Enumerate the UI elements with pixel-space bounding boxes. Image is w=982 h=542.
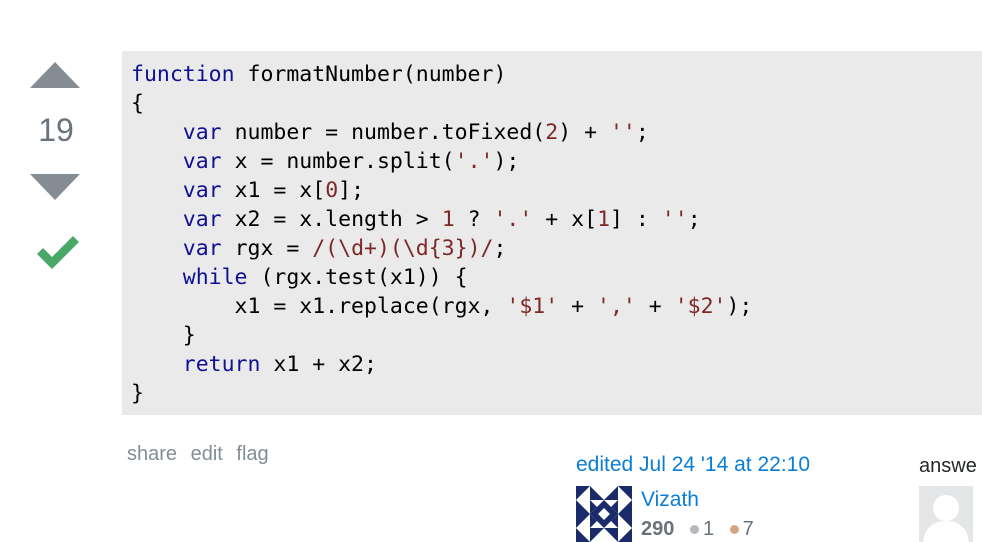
code-line: var number = number.toFixed(2) + ''; [131, 120, 649, 145]
bronze-badge-count: 7 [742, 518, 754, 540]
bronze-badge-icon [729, 525, 739, 535]
code-token: 1 [441, 207, 455, 232]
reputation-score: 290 [641, 518, 675, 540]
code-token: while [182, 265, 248, 290]
downvote-arrow-icon[interactable] [30, 174, 80, 200]
default-user-icon [919, 486, 973, 542]
code-token: } [131, 323, 196, 348]
editor-avatar[interactable] [576, 486, 632, 542]
code-token: ; [635, 120, 649, 145]
code-token: ] : [610, 207, 662, 232]
code-token: ? [454, 207, 494, 232]
code-content: function formatNumber(number) { var numb… [122, 51, 982, 408]
silver-badge-icon [689, 525, 699, 535]
code-token: x2 = x.length > [221, 207, 442, 232]
code-token: } [131, 381, 144, 406]
code-line: } [131, 381, 144, 406]
code-token: ); [493, 149, 520, 174]
code-line: { [131, 91, 144, 116]
code-token: ]; [338, 178, 365, 203]
answerer-avatar[interactable] [919, 486, 973, 542]
code-token: '' [609, 120, 636, 145]
code-token: return [182, 352, 261, 377]
edited-timestamp-link[interactable]: edited Jul 24 '14 at 22:10 [576, 453, 810, 477]
code-line: function formatNumber(number) [131, 62, 506, 87]
code-token: ',' [597, 294, 636, 319]
code-token: '$1' [506, 294, 559, 319]
editor-username-link[interactable]: Vizath [641, 488, 699, 512]
upvote-arrow-icon[interactable] [30, 62, 80, 88]
code-token: ) + [558, 120, 610, 145]
code-token: var [182, 178, 222, 203]
code-token: 2 [545, 120, 559, 145]
code-token: rgx = [221, 236, 313, 261]
code-token: + x[ [532, 207, 598, 232]
code-block: function formatNumber(number) { var numb… [122, 51, 982, 415]
code-line: } [131, 323, 196, 348]
code-token: ); [726, 294, 753, 319]
flag-link[interactable]: flag [236, 443, 268, 465]
code-token: function [131, 62, 235, 87]
code-token: var [182, 207, 222, 232]
code-token: + [558, 294, 598, 319]
code-token: 1 [597, 207, 611, 232]
code-token: var [182, 236, 222, 261]
code-line: var x2 = x.length > 1 ? '.' + x[1] : ''; [131, 207, 701, 232]
accepted-checkmark-icon [37, 236, 79, 269]
silver-badge-count: 1 [702, 518, 715, 540]
code-line: return x1 + x2; [131, 352, 377, 377]
code-token: x = number.split( [221, 149, 455, 174]
code-token: ; [687, 207, 701, 232]
code-token: x1 + x2; [260, 352, 377, 377]
code-line: x1 = x1.replace(rgx, '$1' + ',' + '$2'); [131, 294, 753, 319]
code-token: '.' [493, 207, 533, 232]
code-token: number = number.toFixed( [221, 120, 546, 145]
code-token: formatNumber(number) [234, 62, 507, 87]
code-token: '$2' [674, 294, 727, 319]
code-token: /(\d+)(\d{3})/ [312, 236, 494, 261]
vote-cell: 19 [0, 0, 110, 542]
code-token: var [182, 120, 222, 145]
share-link[interactable]: share [127, 443, 177, 465]
identicon-icon [576, 486, 632, 542]
code-token: x1 = x[ [221, 178, 326, 203]
edit-link[interactable]: edit [191, 443, 223, 465]
code-line: var rgx = /(\d+)(\d{3})/; [131, 236, 507, 261]
answered-label: answe [919, 455, 977, 477]
code-token: + [635, 294, 675, 319]
code-token: x1 = x1.replace(rgx, [131, 294, 507, 319]
code-token: '.' [454, 149, 494, 174]
code-token: { [131, 91, 144, 116]
code-token: 0 [325, 178, 339, 203]
code-token: ; [493, 236, 507, 261]
code-line: var x = number.split('.'); [131, 149, 520, 174]
vote-count: 19 [38, 112, 74, 148]
code-line: var x1 = x[0]; [131, 178, 364, 203]
code-token: (rgx.test(x1)) { [247, 265, 468, 290]
code-token: var [182, 149, 222, 174]
post-menu: share edit flag [127, 443, 277, 466]
code-token: '' [661, 207, 688, 232]
code-line: while (rgx.test(x1)) { [131, 265, 468, 290]
editor-stats: 290 1 7 [641, 518, 754, 541]
